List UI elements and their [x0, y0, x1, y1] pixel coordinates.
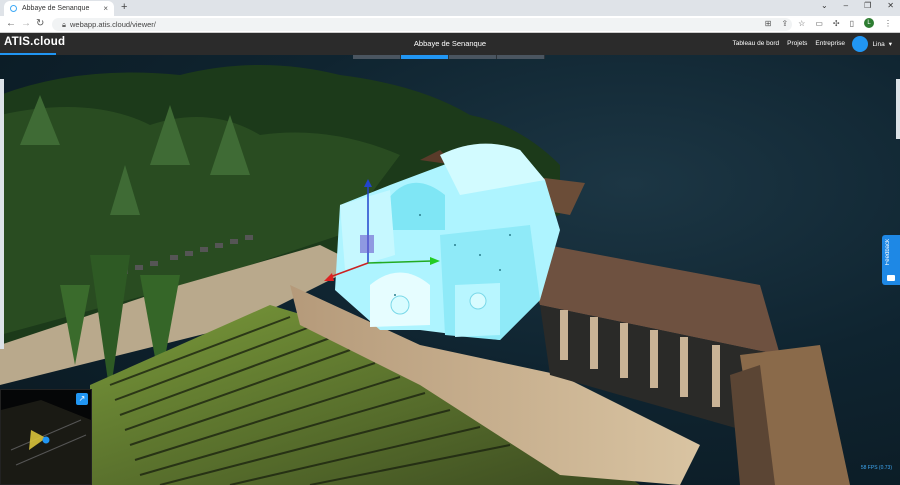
tab-title: Abbaye de Senanque [22, 5, 90, 12]
right-panel-handle[interactable] [896, 79, 900, 139]
feedback-label: Feedback [885, 239, 891, 266]
url-text: webapp.atis.cloud/viewer/ [70, 20, 156, 29]
user-menu[interactable]: Lina ▾ [852, 36, 892, 52]
forward-arrow-icon[interactable]: → [21, 18, 31, 29]
window-controls: ⌄ – ❐ ✕ [821, 1, 894, 10]
nav-company[interactable]: Entreprise [815, 40, 845, 47]
back-arrow-icon[interactable]: ← [6, 18, 16, 29]
lock-icon: 🔒︎ [62, 20, 66, 29]
url-field[interactable]: 🔒︎ webapp.atis.cloud/viewer/ [52, 18, 792, 31]
share-icon[interactable]: ⇪ [781, 19, 788, 28]
chevron-down-icon: ▾ [888, 41, 892, 48]
left-panel-handle[interactable] [0, 79, 4, 349]
minimize-button[interactable]: – [844, 1, 848, 10]
new-tab-button[interactable]: + [121, 1, 127, 13]
close-window-button[interactable]: ✕ [887, 1, 894, 10]
fps-counter: 58 FPS (0.73) [860, 465, 892, 471]
feedback-button[interactable]: Feedback [882, 235, 900, 285]
reload-icon[interactable]: ↻ [36, 18, 44, 29]
translate-icon[interactable]: ⊞ [765, 19, 772, 28]
nav-dashboard[interactable]: Tableau de bord [733, 40, 780, 47]
top-nav: Tableau de bord Projets Entreprise [733, 40, 845, 47]
toolbar-tab-4[interactable] [497, 55, 545, 59]
app-header: ATIS.cloud Abbaye de Senanque Tableau de… [0, 33, 900, 55]
browser-menu-icon[interactable]: ⋮ [884, 19, 892, 28]
point-cloud-scene [0, 65, 850, 485]
bookmark-star-icon[interactable]: ☆ [798, 19, 805, 28]
nav-projects[interactable]: Projets [787, 40, 807, 47]
user-avatar [852, 36, 869, 52]
side-panel-icon[interactable]: ▯ [850, 19, 854, 28]
site-favicon-icon [10, 5, 17, 12]
profile-avatar[interactable]: L [864, 18, 874, 28]
toolbar-tab-2[interactable] [401, 55, 449, 59]
browser-tab-bar: Abbaye de Senanque × + ⌄ – ❐ ✕ [0, 0, 900, 16]
open-external-icon[interactable]: ↗ [76, 393, 88, 405]
toolbar-tab-3[interactable] [449, 55, 497, 59]
toolbar-tab-1[interactable] [353, 55, 401, 59]
cast-icon[interactable]: ▭ [815, 19, 823, 28]
feedback-icon [887, 275, 895, 281]
browser-tab[interactable]: Abbaye de Senanque × [4, 1, 114, 16]
app-logo[interactable]: ATIS.cloud [4, 36, 65, 48]
point-cloud-viewer[interactable]: Feedback ↗ 58 FPS (0.73) [0, 55, 900, 485]
viewer-top-toolbar [353, 55, 545, 59]
extensions-icon[interactable]: ✣ [833, 19, 840, 28]
maximize-button[interactable]: ❐ [864, 1, 871, 10]
tab-search-icon[interactable]: ⌄ [821, 1, 828, 10]
user-name: Lina [872, 40, 885, 48]
minimap[interactable]: ↗ [0, 389, 92, 485]
tab-close-icon[interactable]: × [103, 4, 108, 13]
project-title: Abbaye de Senanque [413, 39, 487, 48]
browser-toolbar-icons: ⊞ ⇪ ☆ ▭ ✣ ▯ L ⋮ [765, 18, 892, 28]
address-bar-row: ← → ↻ 🔒︎ webapp.atis.cloud/viewer/ ⊞ ⇪ ☆ … [0, 16, 900, 33]
